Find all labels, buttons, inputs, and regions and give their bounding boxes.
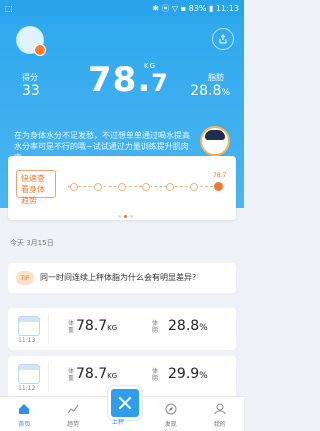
record-fat: 29.9% (168, 366, 208, 382)
app-icon: ⬚ (5, 3, 13, 13)
fat-value: 28.8% (190, 83, 230, 99)
divider (48, 314, 49, 344)
date-header: 今天 3月15日 (10, 239, 54, 247)
divider (48, 362, 49, 392)
tab-home-label: 首页 (18, 421, 31, 428)
weigh-button[interactable] (108, 386, 142, 420)
pager-dots (118, 215, 133, 218)
record-fat-unit: % (199, 323, 208, 333)
tab-discover[interactable]: 发现 (151, 397, 191, 431)
trend-point (190, 183, 198, 191)
trend-point (118, 183, 126, 191)
status-bar: ⬚ ✱ ⦿ ▽ ▪ 83% ▮ 11:13 (0, 0, 244, 16)
weigh-label: 上秤 (112, 419, 125, 426)
record-weight-unit: KG (107, 324, 118, 332)
tab-discover-label: 发现 (164, 421, 177, 428)
pager-dot-active (124, 215, 127, 218)
fat-label: 体脂 (152, 320, 159, 334)
fat-label: 体脂 (152, 368, 159, 382)
trend-icon (67, 404, 79, 414)
fat-label: 脂肪 (208, 73, 224, 82)
trend-point-latest (214, 182, 223, 191)
pager-dot (130, 215, 133, 218)
record-time: 11:12 (18, 385, 36, 392)
record-time: 11:13 (18, 337, 36, 344)
pager-dot (118, 215, 121, 218)
person-icon (214, 403, 226, 415)
record-fat-unit: % (199, 371, 208, 381)
share-icon (219, 34, 227, 44)
fat-number: 28.8 (190, 83, 222, 99)
trend-label: 快速查看身体趋势 (16, 170, 56, 205)
calendar-icon (18, 316, 40, 336)
trend-point (94, 183, 102, 191)
weight-label: 体重 (68, 368, 75, 382)
record-fat-number: 28.8 (168, 318, 200, 334)
tip-card[interactable]: TIP 同一时间连续上秤体脂为什么会有明显差异? (8, 263, 236, 293)
share-button[interactable] (212, 28, 234, 50)
trend-card[interactable]: 快速查看身体趋势 78.7 (8, 156, 236, 220)
record-fat: 28.8% (168, 318, 208, 334)
trend-point (70, 183, 78, 191)
record-weight-unit: KG (107, 372, 118, 380)
trend-latest-value: 78.7 (213, 172, 227, 179)
record-row[interactable]: 11:13 体重 78.7KG 体脂 28.8% (8, 308, 236, 350)
tab-home[interactable]: 首页 (4, 397, 44, 431)
status-right: ✱ ⦿ ▽ ▪ 83% ▮ 11:13 (152, 3, 239, 13)
record-weight: 78.7KG (76, 318, 117, 334)
record-weight-number: 78.7 (76, 366, 108, 382)
tab-profile-label: 我的 (213, 421, 226, 428)
record-fat-number: 29.9 (168, 366, 200, 382)
weight-label: 体重 (68, 320, 75, 334)
trend-point (166, 183, 174, 191)
tab-trend-label: 趋势 (67, 421, 80, 428)
home-icon (19, 404, 30, 414)
weight-decimal: 7 (151, 69, 169, 97)
record-weight-number: 78.7 (76, 318, 108, 334)
calendar-icon (18, 364, 40, 384)
tab-trend[interactable]: 趋势 (53, 397, 93, 431)
tab-profile[interactable]: 我的 (200, 397, 240, 431)
trend-point (142, 183, 150, 191)
mascot-image (200, 126, 230, 156)
weight-unit: KG (144, 62, 157, 70)
weight-integer: 78. (88, 60, 152, 100)
record-weight: 78.7KG (76, 366, 117, 382)
weight-display: 78.7 KG (88, 60, 169, 100)
fat-unit: % (221, 88, 230, 98)
compass-icon (165, 403, 177, 415)
tip-question: 同一时间连续上秤体脂为什么会有明显差异? (40, 273, 197, 282)
score-value: 33 (22, 83, 40, 99)
tip-badge: TIP (16, 271, 34, 285)
score-label: 得分 (22, 73, 38, 82)
avatar[interactable] (16, 26, 46, 56)
